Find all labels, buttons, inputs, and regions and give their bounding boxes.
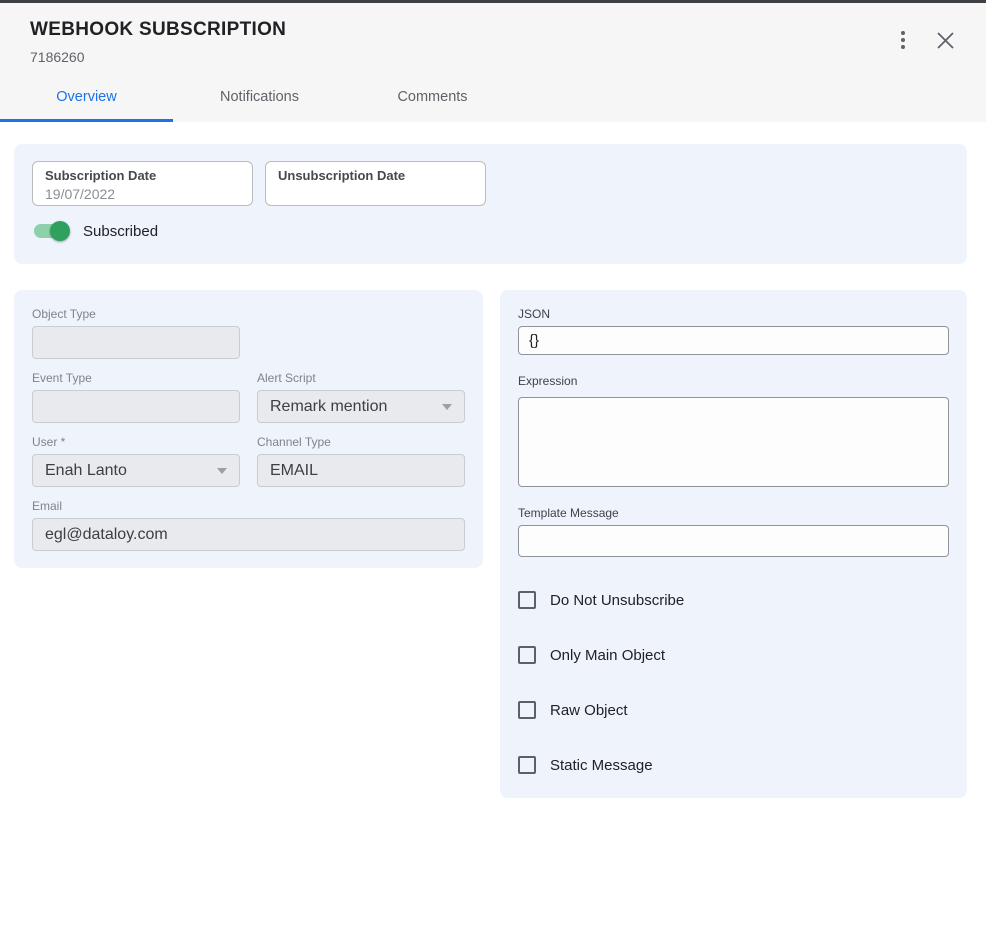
checkbox-icon	[518, 756, 536, 774]
user-field: User * Enah Lanto	[32, 435, 240, 487]
tab-bar: Overview Notifications Comments	[0, 76, 986, 122]
checkbox-icon	[518, 646, 536, 664]
tab-comments[interactable]: Comments	[346, 76, 519, 122]
user-label: User *	[32, 435, 240, 449]
channel-type-label: Channel Type	[257, 435, 465, 449]
event-type-label: Event Type	[32, 371, 240, 385]
checkbox-icon	[518, 701, 536, 719]
header-text: WEBHOOK SUBSCRIPTION 7186260	[30, 19, 286, 65]
checkbox-row-only-main-object[interactable]: Only Main Object	[518, 646, 949, 664]
checkbox-label: Static Message	[550, 757, 653, 774]
subscription-date-value: 19/07/2022	[45, 186, 240, 202]
channel-type-field: Channel Type EMAIL	[257, 435, 465, 487]
email-input: egl@dataloy.com	[32, 518, 465, 551]
alert-script-value: Remark mention	[270, 398, 387, 416]
alert-script-select: Remark mention	[257, 390, 465, 423]
template-message-field: Template Message	[518, 506, 949, 557]
checkbox-row-do-not-unsubscribe[interactable]: Do Not Unsubscribe	[518, 591, 949, 609]
channel-type-input: EMAIL	[257, 454, 465, 487]
date-row: Subscription Date 19/07/2022 Unsubscript…	[32, 161, 949, 206]
page-title: WEBHOOK SUBSCRIPTION	[30, 19, 286, 41]
dropdown-arrow-icon	[442, 404, 452, 410]
subscribed-toggle-label: Subscribed	[83, 223, 158, 240]
dialog-header: WEBHOOK SUBSCRIPTION 7186260 Overview No…	[0, 3, 986, 122]
panels-row: Object Type Event Type Alert Script Rema…	[14, 290, 967, 798]
tab-overview[interactable]: Overview	[0, 76, 173, 122]
checkbox-label: Raw Object	[550, 702, 628, 719]
checkbox-group: Do Not Unsubscribe Only Main Object Raw …	[518, 591, 949, 774]
template-message-label: Template Message	[518, 506, 949, 520]
object-type-field: Object Type	[32, 307, 240, 359]
header-actions	[888, 25, 960, 55]
alert-script-field: Alert Script Remark mention	[257, 371, 465, 423]
event-type-input	[32, 390, 240, 423]
tab-notifications[interactable]: Notifications	[173, 76, 346, 122]
close-icon	[936, 31, 955, 50]
kebab-menu-icon	[901, 29, 905, 51]
expression-label: Expression	[518, 374, 949, 388]
overview-tab-content: Subscription Date 19/07/2022 Unsubscript…	[0, 122, 986, 798]
unsubscription-date-value	[278, 186, 473, 202]
subscription-section: Subscription Date 19/07/2022 Unsubscript…	[14, 144, 967, 264]
unsubscription-date-field[interactable]: Unsubscription Date	[265, 161, 486, 206]
expression-textarea[interactable]	[518, 397, 949, 487]
details-section: Object Type Event Type Alert Script Rema…	[14, 290, 483, 568]
object-type-input	[32, 326, 240, 359]
more-options-button[interactable]	[888, 25, 918, 55]
object-type-label: Object Type	[32, 307, 240, 321]
unsubscription-date-label: Unsubscription Date	[278, 168, 473, 183]
template-message-input[interactable]	[518, 525, 949, 557]
checkbox-row-raw-object[interactable]: Raw Object	[518, 701, 949, 719]
record-id: 7186260	[30, 49, 286, 65]
alert-script-label: Alert Script	[257, 371, 465, 385]
email-field: Email egl@dataloy.com	[32, 499, 465, 551]
subscription-date-label: Subscription Date	[45, 168, 240, 183]
expression-field: Expression	[518, 374, 949, 487]
close-button[interactable]	[930, 25, 960, 55]
message-section: JSON Expression Template Message Do Not …	[500, 290, 967, 798]
checkbox-label: Do Not Unsubscribe	[550, 592, 684, 609]
json-label: JSON	[518, 307, 949, 321]
dropdown-arrow-icon	[217, 468, 227, 474]
checkbox-label: Only Main Object	[550, 647, 665, 664]
subscribed-toggle[interactable]	[32, 220, 70, 242]
subscribed-toggle-row: Subscribed	[32, 220, 949, 242]
json-input[interactable]	[518, 326, 949, 355]
email-label: Email	[32, 499, 465, 513]
user-value: Enah Lanto	[45, 462, 127, 480]
webhook-subscription-dialog: WEBHOOK SUBSCRIPTION 7186260 Overview No…	[0, 0, 986, 941]
json-field: JSON	[518, 307, 949, 355]
event-type-field: Event Type	[32, 371, 240, 423]
object-type-spacer	[257, 307, 465, 359]
checkbox-row-static-message[interactable]: Static Message	[518, 756, 949, 774]
checkbox-icon	[518, 591, 536, 609]
toggle-thumb	[50, 221, 70, 241]
user-select: Enah Lanto	[32, 454, 240, 487]
subscription-date-field[interactable]: Subscription Date 19/07/2022	[32, 161, 253, 206]
